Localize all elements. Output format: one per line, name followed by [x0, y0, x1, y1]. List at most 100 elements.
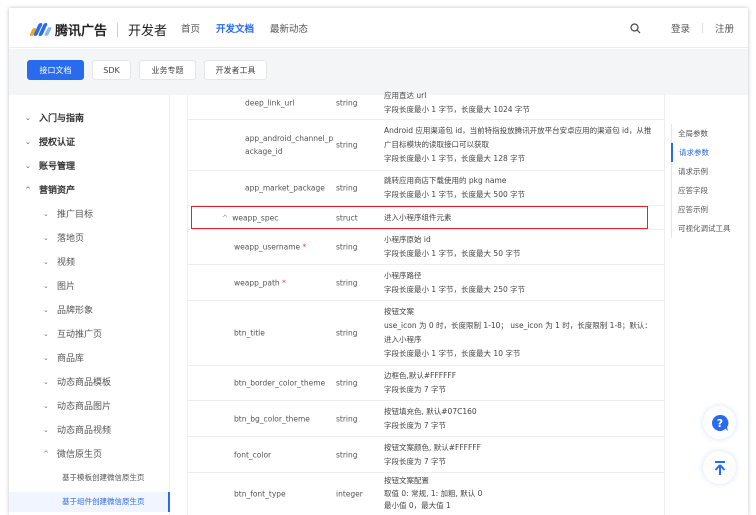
sidebar-item-label: 授权认证: [39, 138, 76, 148]
tab-dev-tools[interactable]: 开发者工具: [204, 60, 267, 80]
param-type: string: [336, 98, 358, 108]
param-type: string: [336, 450, 358, 459]
sidebar-item-getting-started[interactable]: ⌄ 入门与指南: [25, 111, 85, 125]
tab-api-docs[interactable]: 接口文档: [27, 60, 84, 80]
nav-news[interactable]: 最新动态: [270, 21, 308, 35]
chevron-down-icon: ⌄: [43, 377, 49, 386]
table-row: app_android_channel_p ackage_id string A…: [188, 120, 665, 171]
param-type: string: [336, 278, 358, 287]
table-row: btn_font_type integer 按钮文案配置 取值 0: 常规, 1:…: [188, 473, 665, 515]
tab-sdk[interactable]: SDK: [92, 60, 131, 80]
sidebar-item[interactable]: ⌄ 动态商品模板: [43, 375, 111, 389]
toc-request-example[interactable]: 请求示例: [672, 162, 731, 181]
sidebar-item-label: 动态商品视频: [57, 426, 112, 436]
toc-request-params[interactable]: 请求参数: [671, 143, 731, 162]
search-icon[interactable]: [630, 22, 641, 34]
chevron-down-icon: ⌄: [25, 161, 31, 170]
param-type: integer: [336, 489, 363, 499]
sidebar-item[interactable]: 基于模板创建微信原生页: [62, 472, 145, 483]
browser-window: 腾讯广告 开发者 首页 开发文档 最新动态 登录 注册 接口文档 SDK 业务专…: [9, 8, 748, 515]
table-row: btn_border_color_theme string 边框色,默认#FFF…: [188, 366, 665, 401]
help-icon: ?: [711, 414, 728, 431]
main-nav: 首页 开发文档 最新动态: [181, 21, 308, 35]
toc-response-example[interactable]: 应答示例: [672, 200, 731, 219]
param-type: string: [336, 328, 358, 338]
top-header: 腾讯广告 开发者 首页 开发文档 最新动态 登录 注册: [9, 8, 748, 48]
chevron-down-icon: ⌄: [43, 425, 49, 434]
sidebar-item-label: 动态商品图片: [57, 402, 112, 412]
nav-home[interactable]: 首页: [181, 21, 200, 35]
sidebar-item[interactable]: ⌄ 落地页: [43, 231, 85, 245]
param-desc: 边框色,默认#FFFFFF 字段长度为 7 字节: [384, 371, 457, 394]
table-row: weapp_path * string 小程序路径 字段长度最小 1 字节，长度最…: [188, 265, 665, 301]
param-desc: 按钮文案颜色, 默认#FFFFFF 字段长度为 7 字节: [384, 442, 481, 466]
sidebar-item-label: 营销资产: [39, 186, 76, 196]
svg-text:?: ?: [716, 417, 722, 430]
param-desc: 跳转应用商店下载使用的 pkg name 字段长度最小 1 字节，长度最大 500…: [384, 176, 526, 199]
param-name: app_market_package: [245, 183, 325, 193]
param-name: app_android_channel_p ackage_id: [245, 134, 334, 156]
sidebar-item-marketing-assets[interactable]: ^ 营销资产: [25, 183, 76, 197]
back-to-top-button[interactable]: [703, 451, 736, 484]
sidebar-item[interactable]: ⌄ 视频: [43, 255, 76, 269]
sidebar-item[interactable]: ⌄ 图片: [43, 279, 75, 293]
sidebar-item-label: 微信原生页: [57, 450, 103, 460]
toc-response-fields[interactable]: 应答字段: [672, 181, 731, 200]
param-desc: 应用直达 url 字段长度最小 1 字节，长度最大 1024 字节: [384, 91, 530, 114]
param-name: btn_title: [234, 328, 265, 338]
sidebar-item[interactable]: ⌄ 互动推广页: [43, 327, 102, 341]
logo[interactable]: 腾讯广告 开发者: [29, 20, 167, 39]
sidebar-item-account[interactable]: ⌄ 账号管理: [25, 159, 76, 173]
param-name: weapp_path *: [234, 278, 286, 287]
sidebar-item-label: 视频: [57, 258, 76, 268]
chevron-down-icon: ⌄: [25, 137, 31, 146]
param-type: string: [336, 242, 358, 252]
brand-sub: 开发者: [128, 24, 168, 39]
sidebar-item[interactable]: ⌄ 动态商品视频: [43, 423, 112, 437]
highlight-box: [191, 206, 648, 229]
sidebar-item[interactable]: ⌄ 商品库: [43, 351, 84, 365]
nav-dev-docs[interactable]: 开发文档: [216, 21, 254, 35]
param-name: font_color: [234, 450, 272, 459]
chevron-up-icon: ^: [25, 185, 31, 194]
param-desc: Android 应用渠道包 id，当前特指投放腾讯开放平台安卓应用的渠道包 id…: [384, 126, 652, 163]
sidebar-item-label: 入门与指南: [39, 114, 85, 124]
required-marker: *: [282, 278, 286, 287]
sidebar-item-active[interactable]: 基于组件创建微信原生页: [62, 496, 145, 507]
table-row: font_color string 按钮文案颜色, 默认#FFFFFF 字段长度为…: [188, 437, 665, 473]
tab-business-topics[interactable]: 业务专题: [139, 60, 196, 80]
register-link[interactable]: 注册: [715, 21, 734, 35]
sidebar-item-label: 推广目标: [57, 210, 94, 220]
chevron-down-icon: ⌄: [43, 353, 49, 362]
chevron-down-icon: ⌄: [43, 281, 49, 290]
required-marker: *: [302, 242, 307, 252]
sidebar-item[interactable]: ^ 微信原生页: [43, 447, 103, 461]
param-desc: 小程序原始 id 字段长度最小 1 字节，长度最大 50 字节: [384, 235, 521, 258]
help-button[interactable]: ?: [703, 406, 736, 439]
divider: [701, 23, 703, 33]
sidebar-item-label: 账号管理: [39, 162, 76, 172]
param-type: string: [336, 183, 358, 193]
toc-debug-tool[interactable]: 可视化调试工具: [672, 219, 731, 238]
param-desc: 按钮填充色, 默认#07C160 字段长度为 7 字节: [384, 406, 477, 430]
table-row: app_market_package string 跳转应用商店下载使用的 pk…: [188, 171, 665, 206]
sidebar-item[interactable]: ⌄ 动态商品图片: [43, 399, 112, 413]
param-name: deep_link_url: [245, 98, 295, 108]
sidebar-item-label: 落地页: [57, 234, 85, 244]
sidebar-item[interactable]: ⌄ 推广目标: [43, 207, 94, 221]
toc-global-params[interactable]: 全局参数: [672, 124, 731, 143]
param-type: string: [336, 414, 358, 423]
chevron-down-icon: ⌄: [43, 209, 49, 218]
chevron-down-icon: ⌄: [43, 329, 49, 338]
arrow-up-icon: [714, 460, 725, 475]
chevron-up-icon: ^: [43, 449, 49, 458]
login-link[interactable]: 登录: [671, 21, 690, 35]
chevron-down-icon: ⌄: [43, 401, 49, 410]
page-toc: 全局参数 请求参数 请求示例 应答字段 应答示例 可视化调试工具: [671, 124, 731, 238]
sidebar: ⌄ 入门与指南 ⌄ 授权认证 ⌄ 账号管理 ^ 营销资产 ⌄ 推广目标 ⌄ 落地页 ⌄ 视频 …: [9, 95, 170, 515]
sidebar-item-auth[interactable]: ⌄ 授权认证: [25, 135, 76, 149]
chevron-down-icon: ⌄: [43, 305, 49, 314]
sidebar-item[interactable]: ⌄ 品牌形象: [43, 303, 93, 317]
table-row: deep_link_url string 应用直达 url 字段长度最小 1 字节…: [188, 87, 665, 120]
logo-icon: [29, 22, 53, 37]
